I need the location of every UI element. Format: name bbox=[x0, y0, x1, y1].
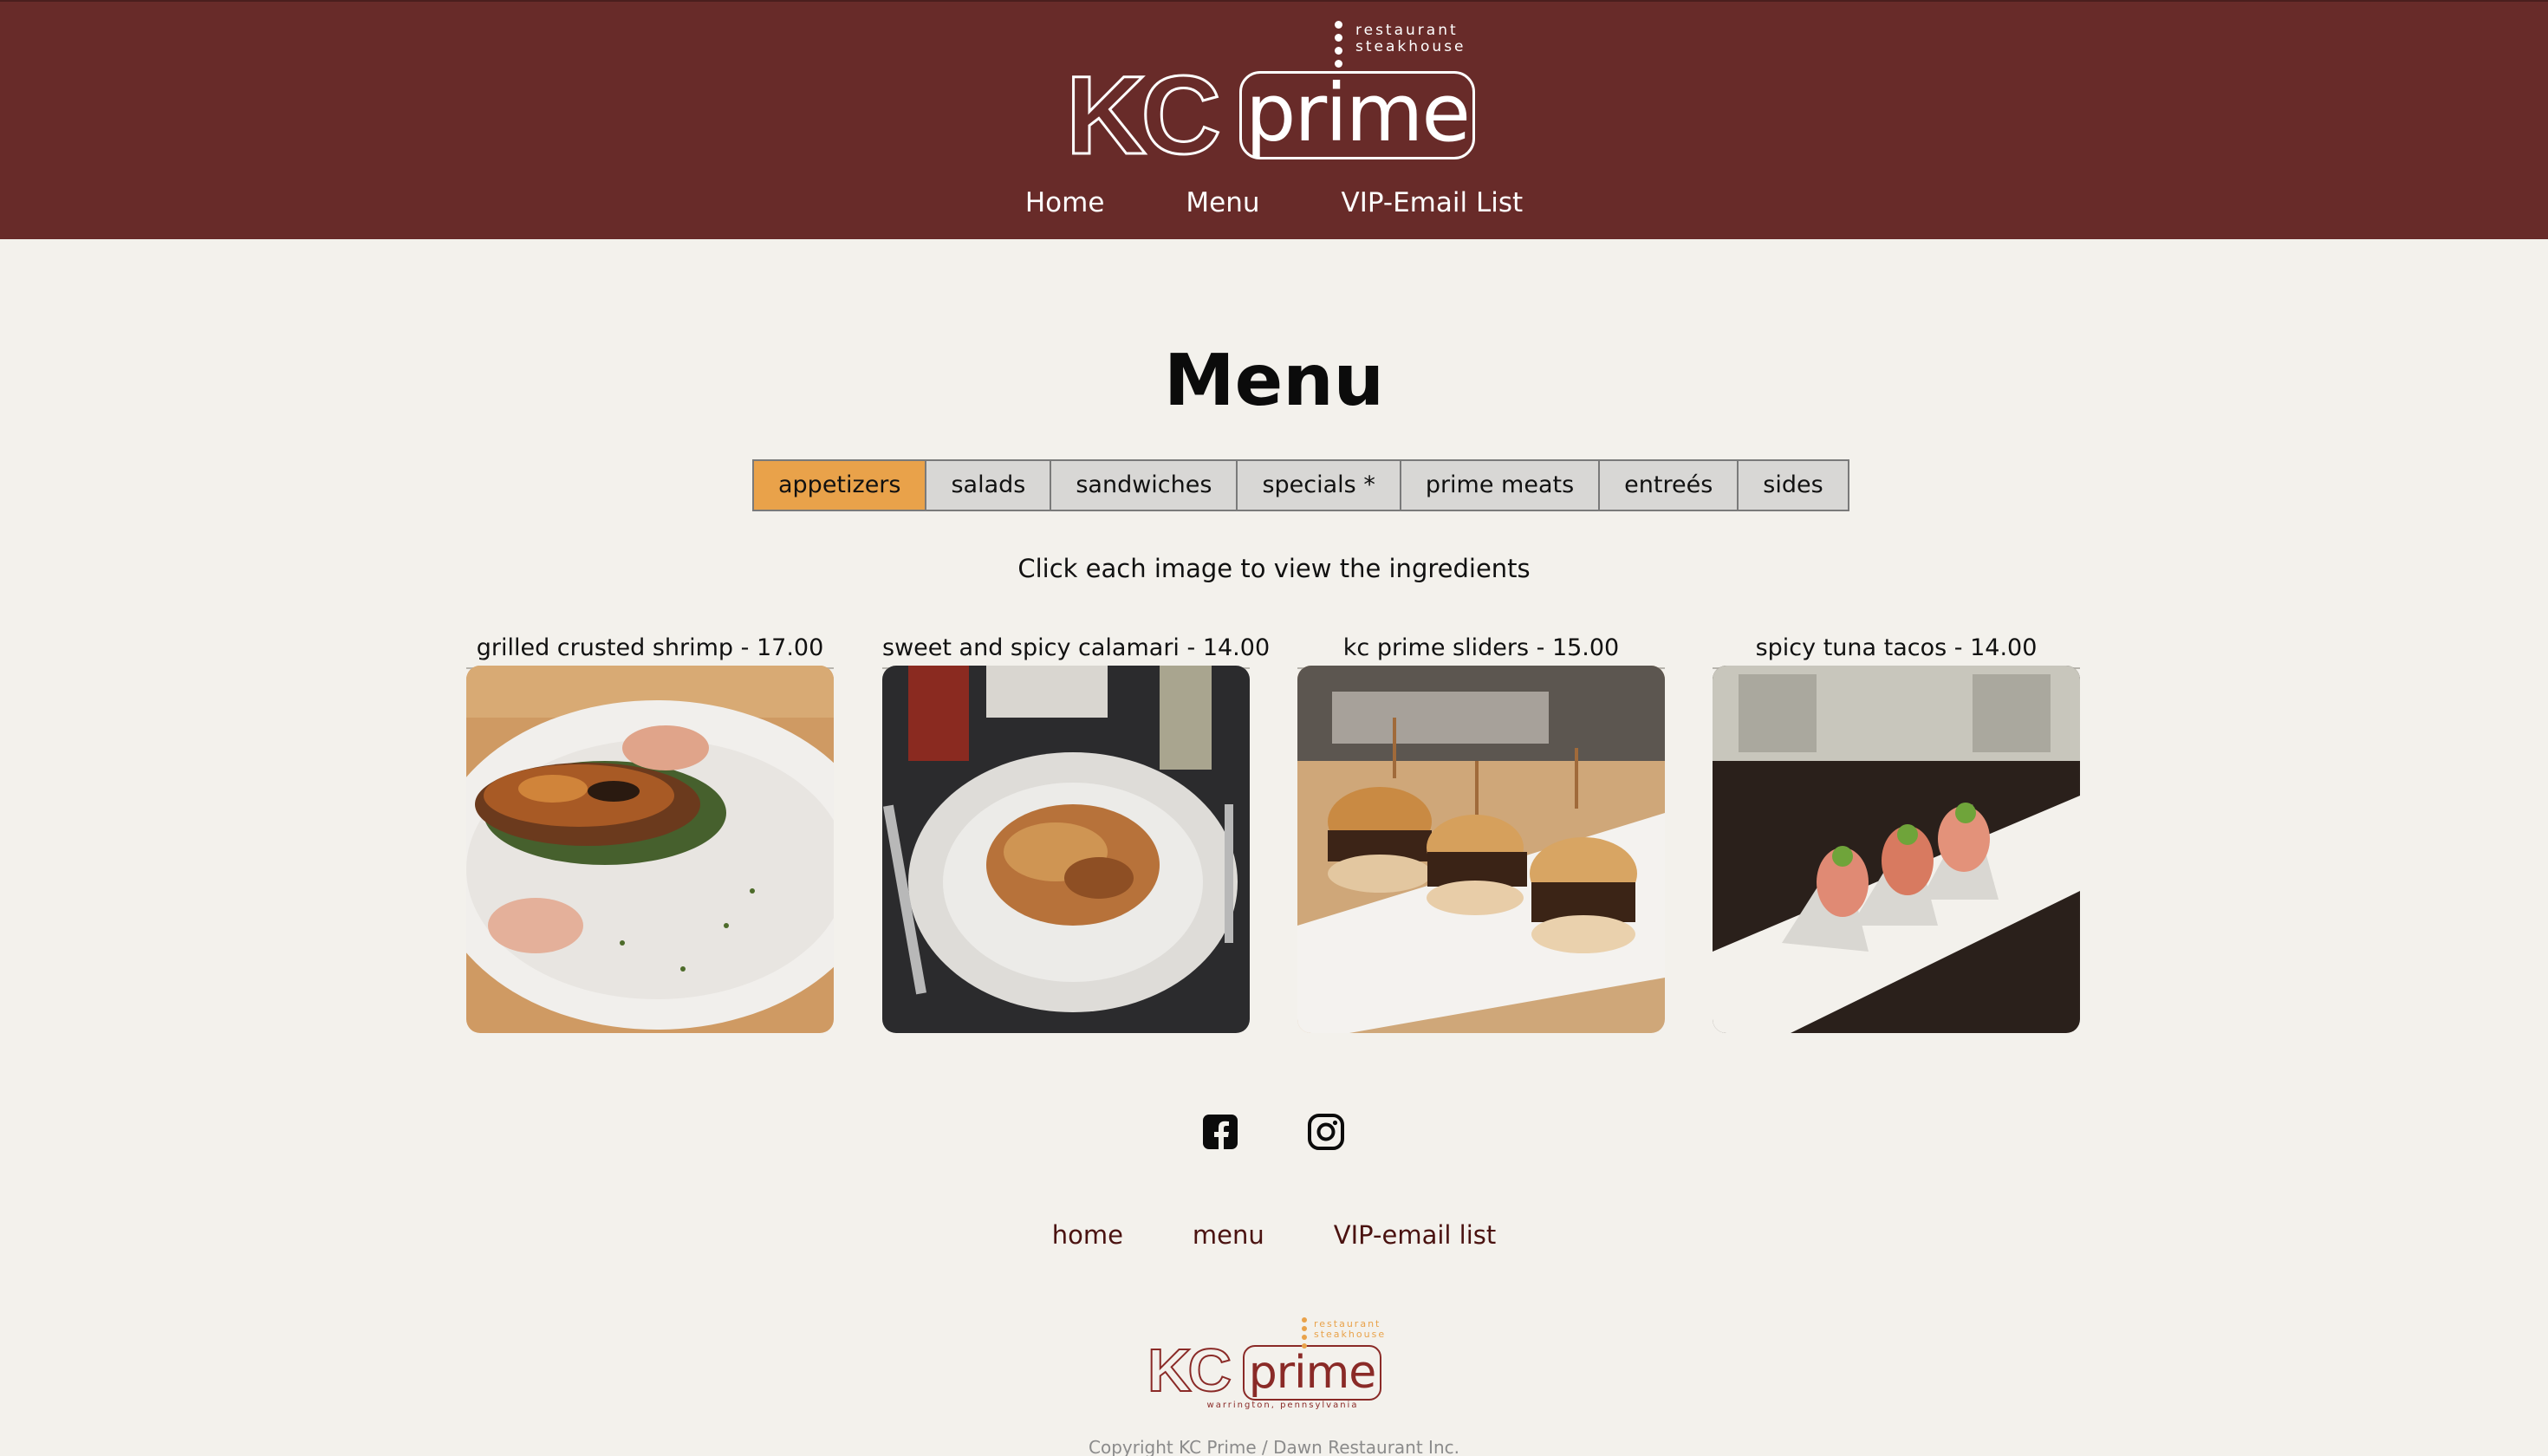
top-nav: Home Menu VIP-Email List bbox=[0, 182, 2548, 224]
menu-item-card: kc prime sliders - 15.00 bbox=[1297, 629, 1665, 1035]
tab-sandwiches[interactable]: sandwiches bbox=[1051, 461, 1238, 510]
footer-home-link[interactable]: home bbox=[1052, 1215, 1123, 1255]
site-header: KC prime restaurant steakhouse Home Menu… bbox=[0, 0, 2548, 239]
nav-home-link[interactable]: Home bbox=[1025, 182, 1105, 224]
logo-prime-box: prime bbox=[1239, 71, 1475, 159]
tab-appetizers[interactable]: appetizers bbox=[754, 461, 927, 510]
menu-item-card: spicy tuna tacos - 14.00 bbox=[1713, 629, 2080, 1035]
menu-item-caption: sweet and spicy calamari - 14.00 bbox=[882, 629, 1270, 669]
logo-kc-text: KC bbox=[1065, 54, 1223, 178]
menu-item-caption: grilled crusted shrimp - 17.00 bbox=[466, 629, 834, 669]
tab-prime-meats[interactable]: prime meats bbox=[1401, 461, 1601, 510]
logo-prime-text: prime bbox=[1245, 67, 1471, 159]
kc-prime-logo[interactable]: KC prime restaurant steakhouse bbox=[1065, 17, 1482, 172]
menu-item-card: sweet and spicy calamari - 14.00 bbox=[882, 629, 1270, 1035]
logo-dots bbox=[1335, 21, 1345, 81]
tab-sides[interactable]: sides bbox=[1739, 461, 1848, 510]
footer-logo-prime-box: prime bbox=[1243, 1345, 1381, 1401]
facebook-icon[interactable] bbox=[1201, 1113, 1239, 1151]
footer-logo-kc-text: KC bbox=[1147, 1336, 1232, 1404]
logo-tagline-line2: steakhouse bbox=[1355, 38, 1466, 55]
footer-logo-tagline-line2: steakhouse bbox=[1314, 1329, 1387, 1340]
sliders-photo[interactable] bbox=[1297, 666, 1665, 1033]
footer-logo-location: warrington, pennsylvania bbox=[1206, 1401, 1359, 1410]
tuna-tacos-photo[interactable] bbox=[1713, 666, 2080, 1033]
logo-tagline: restaurant steakhouse bbox=[1355, 23, 1466, 55]
footer-logo: KC prime restaurant steakhouse warringto… bbox=[1144, 1310, 1404, 1414]
menu-item-caption: spicy tuna tacos - 14.00 bbox=[1713, 629, 2080, 669]
menu-category-tabs: appetizers salads sandwiches specials * … bbox=[752, 459, 1849, 511]
menu-item-caption: kc prime sliders - 15.00 bbox=[1297, 629, 1665, 669]
footer-logo-tagline: restaurant steakhouse bbox=[1314, 1319, 1386, 1340]
calamari-photo[interactable] bbox=[882, 666, 1250, 1033]
nav-vip-email-link[interactable]: VIP-Email List bbox=[1342, 182, 1524, 224]
instagram-icon[interactable] bbox=[1307, 1113, 1345, 1151]
menu-items-grid: grilled crusted shrimp - 17.00 sweet and… bbox=[466, 629, 2083, 1037]
tab-specials[interactable]: specials * bbox=[1238, 461, 1401, 510]
footer-vip-email-link[interactable]: VIP-email list bbox=[1334, 1215, 1497, 1255]
logo-tagline-line1: restaurant bbox=[1355, 22, 1459, 39]
tab-salads[interactable]: salads bbox=[926, 461, 1052, 510]
page-title: Menu bbox=[1164, 340, 1384, 422]
footer-logo-dots bbox=[1302, 1317, 1309, 1352]
ingredients-hint: Click each image to view the ingredients bbox=[1017, 554, 1531, 583]
menu-item-card: grilled crusted shrimp - 17.00 bbox=[466, 629, 834, 1035]
tab-entrees[interactable]: entreés bbox=[1600, 461, 1739, 510]
grilled-shrimp-photo[interactable] bbox=[466, 666, 834, 1033]
nav-menu-link[interactable]: Menu bbox=[1186, 182, 1259, 224]
social-links bbox=[1201, 1113, 1349, 1154]
copyright-text: Copyright KC Prime / Dawn Restaurant Inc… bbox=[1089, 1439, 1459, 1456]
footer-logo-prime-text: prime bbox=[1248, 1347, 1376, 1399]
footer-nav: home menu VIP-email list bbox=[0, 1215, 2548, 1255]
footer-menu-link[interactable]: menu bbox=[1193, 1215, 1264, 1255]
